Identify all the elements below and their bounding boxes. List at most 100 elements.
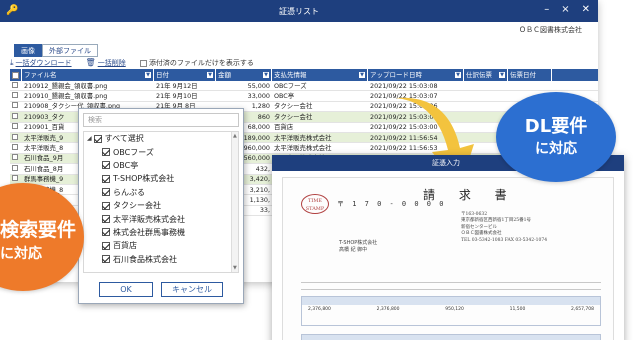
invoice-amount: 2,376,800 [308,307,331,312]
trash-icon: 🗑 [85,58,96,67]
row-select-checkbox[interactable] [12,164,18,171]
filter-option-label: T-SHOP株式会社 [113,174,175,184]
row-checkbox[interactable] [10,91,22,101]
col-filename[interactable]: ファイル名 ▼ [22,69,154,81]
filter-option-checkbox[interactable] [102,215,110,224]
filter-option[interactable]: 百貨店 [84,239,238,252]
row-select-checkbox[interactable] [12,112,18,119]
row-select-checkbox[interactable] [12,92,18,99]
select-all-option[interactable]: ◢ すべて選択 [84,132,238,145]
row-select-checkbox[interactable] [12,175,18,182]
minimize-icon[interactable]: – [544,4,549,15]
filter-option-label: 太平洋販売株式会社 [113,214,185,224]
cell-filename: 210912_懇親会_領収書.png [24,81,108,90]
cancel-button[interactable]: キャンセル [161,282,223,297]
select-all-option-checkbox[interactable] [93,134,102,143]
dl-callout-line2: に対応 [535,141,577,157]
filter-option-checkbox[interactable] [102,148,110,157]
filter-option-checkbox[interactable] [102,174,110,183]
filter-dropdown-icon[interactable]: ▼ [145,72,151,78]
window-title: 証憑リスト [279,6,319,16]
table-row[interactable]: 210910_懇親会_領収書.png 21年 9月10日 33,000 OBC亭 202… [10,91,598,102]
filter-option[interactable]: 石川食品株式会社 [84,253,238,266]
invoice-heading: 請 求 書 [423,188,517,202]
col-amount[interactable]: 金額 ▼ [216,69,272,81]
row-checkbox[interactable] [10,164,22,174]
filter-dropdown-icon[interactable]: ▼ [263,72,269,78]
tab-images[interactable]: 画像 [14,44,42,57]
col-filename-label: ファイル名 [24,71,57,79]
filter-option-checkbox[interactable] [102,188,110,197]
row-checkbox[interactable] [10,143,22,153]
invoice-amount: 2,376,800 [376,307,400,312]
collapse-triangle-icon[interactable]: ◢ [87,135,92,142]
filter-option[interactable]: らんぷる [84,186,238,199]
select-all-header[interactable] [10,69,22,81]
filter-option-checkbox[interactable] [102,201,110,210]
filter-option[interactable]: 太平洋販売株式会社 [84,212,238,225]
invoice-amount: 950,120 [445,307,464,312]
download-icon: ⤓ [10,58,14,67]
col-payee-label: 支払先情報 [274,71,307,79]
tab-external-files[interactable]: 外部ファイル [42,44,98,57]
row-checkbox[interactable] [10,101,22,111]
col-payee[interactable]: 支払先情報 ▼ [272,69,368,81]
row-select-checkbox[interactable] [12,133,18,140]
col-date-label: 日付 [156,71,169,79]
filter-option[interactable]: 株式会社群馬事務機 [84,226,238,239]
filter-option-checkbox[interactable] [102,241,110,250]
attached-only-checkbox[interactable] [139,59,147,67]
row-checkbox[interactable] [10,133,22,143]
row-checkbox[interactable] [10,122,22,132]
row-checkbox[interactable] [10,153,22,163]
dl-requirement-callout: DL要件 に対応 [496,92,616,182]
invoice-amount: 11,500 [509,307,526,312]
ok-button[interactable]: OK [99,282,153,297]
table-header: ファイル名 ▼ 日付 ▼ 金額 ▼ 支払先情報 ▼ アップロード日時 ▼ 仕訳伝票 ▼ 伝票… [10,69,598,81]
filter-option-checkbox[interactable] [102,228,110,237]
filter-dropdown-icon[interactable]: ▼ [359,72,365,78]
scroll-down-icon[interactable]: ▼ [233,265,237,271]
cell-payee: OBC亭 [274,92,295,101]
customer-line: T-SHOP株式会社 [339,240,378,246]
filter-option-label: 石川食品株式会社 [113,254,177,264]
bulk-download-button[interactable]: ⤓ 一括ダウンロード [10,58,72,68]
filter-option[interactable]: OBC亭 [84,159,238,172]
filter-option[interactable]: タクシー会社 [84,199,238,212]
cell-filename: 210910_懇親会_領収書.png [24,92,108,101]
row-select-checkbox[interactable] [12,102,18,109]
invoice-detail-header [301,334,601,340]
filter-list-scrollbar[interactable]: ▲ ▼ [231,132,238,272]
table-row[interactable]: 210912_懇親会_領収書.png 21年 9月12日 55,000 OBCフーズ 2… [10,81,598,92]
filter-dropdown-icon[interactable]: ▼ [455,72,461,78]
col-journal[interactable]: 仕訳伝票 ▼ [464,69,508,81]
company-name: ＯＢＣ図書株式会社 [519,26,582,34]
stage: 🔑 証憑リスト – × ✕ ＯＢＣ図書株式会社 画像 外部ファイル ⤓ 一括ダウン… [0,0,633,340]
filter-option-checkbox[interactable] [102,161,110,170]
row-select-checkbox[interactable] [12,81,18,88]
row-checkbox[interactable] [10,112,22,122]
filter-dropdown-icon[interactable]: ▼ [499,72,505,78]
restore-icon[interactable]: × [561,4,569,15]
filter-dropdown-icon[interactable]: ▼ [207,72,213,78]
col-slip-date[interactable]: 伝票日付 [508,69,552,81]
row-select-checkbox[interactable] [12,123,18,130]
filter-option-checkbox[interactable] [102,255,110,264]
close-icon[interactable]: ✕ [582,4,590,15]
filter-option[interactable]: OBCフーズ [84,145,238,158]
col-date[interactable]: 日付 ▼ [154,69,216,81]
attached-only-toggle[interactable]: 添付済のファイルだけを表示する [139,58,254,68]
bulk-delete-button[interactable]: 🗑 一括削除 [86,58,126,68]
bulk-delete-label: 一括削除 [97,59,126,67]
toolbar: ⤓ 一括ダウンロード 🗑 一括削除 添付済のファイルだけを表示する [10,58,254,68]
cell-uploaded: 2021/09/22 15:03:08 [370,81,438,90]
select-all-checkbox[interactable] [12,71,19,79]
filter-search-input[interactable]: 検索 [83,113,239,127]
row-checkbox[interactable] [10,81,22,91]
col-uploaded[interactable]: アップロード日時 ▼ [368,69,464,81]
row-select-checkbox[interactable] [12,144,18,151]
invoice-issuer: 〒163-0632 東京都新宿区西新宿1丁目25番1号 新宿センタービル ＯＢＣ… [461,212,547,244]
filter-option[interactable]: T-SHOP株式会社 [84,172,238,185]
row-select-checkbox[interactable] [12,154,18,161]
scroll-up-icon[interactable]: ▲ [233,133,237,139]
